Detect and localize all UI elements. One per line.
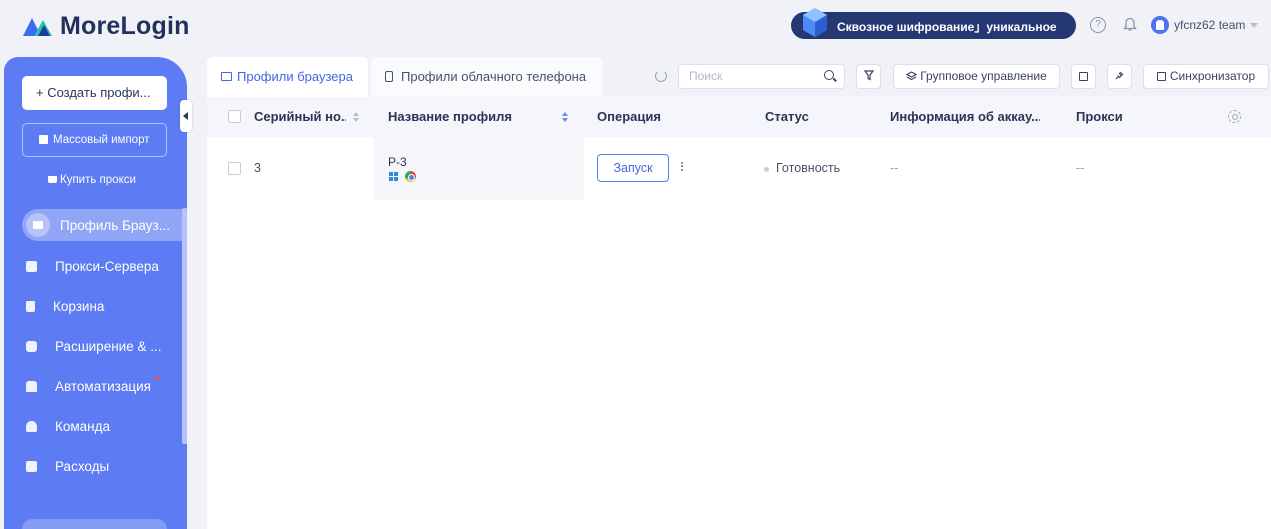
filter-button[interactable] [856,64,881,89]
sidebar-item-label: Корзина [53,298,105,314]
bell-icon[interactable] [1123,17,1137,32]
morelogin-logo-icon [23,18,52,36]
sidebar-item-label: Профиль Брауз... [60,217,170,233]
group-management-label: Групповое управление [920,69,1047,83]
refresh-icon[interactable] [655,70,667,82]
buy-proxy-label: Купить прокси [60,174,136,186]
chrome-icon [405,171,416,182]
chevron-down-icon[interactable] [1250,23,1258,28]
column-profile-name[interactable]: Название профиля [388,97,548,137]
create-profile-button[interactable]: + Создать профи... [22,76,167,110]
sidebar-item-browser-profiles[interactable]: Профиль Брауз... [22,209,182,241]
browser-tab-icon [221,72,232,81]
select-all-checkbox[interactable] [228,110,241,123]
promo-banner[interactable]: Сквозное шифрование」уникальное [791,8,1076,39]
sidebar-item-trash[interactable]: Корзина [18,290,183,322]
sidebar-item-label: Расширение & ... [55,338,162,354]
cube-icon [803,8,827,37]
buy-proxy-link[interactable]: Купить прокси [48,174,136,186]
tab-label: Профили браузера [237,69,353,84]
team-icon [26,420,37,432]
cart-icon [48,176,57,183]
sidebar-item-label: Расходы [55,458,110,474]
account-info: -- [890,161,899,175]
phone-icon [385,71,393,82]
column-operation: Операция [597,109,661,124]
tab-cloud-phone-profiles[interactable]: Профили облачного телефона [371,57,602,97]
sidebar-item-label: Прокси-Сервера [55,258,159,274]
status-dot [764,167,769,172]
browser-profile-icon [26,213,50,237]
search-icon[interactable] [824,70,834,80]
import-icon [39,135,48,144]
copy-button[interactable] [1071,64,1096,89]
profile-name[interactable]: P-3 [388,155,407,169]
puzzle-icon [26,340,37,352]
column-proxy: Прокси [1076,109,1123,124]
more-options-icon[interactable] [679,160,685,174]
api-button[interactable] [1107,64,1132,89]
sidebar-item-label: Команда [55,418,111,434]
sidebar-bottom-card[interactable] [22,519,167,529]
plug-icon [1115,71,1124,80]
app-header [0,0,1271,52]
synchronizer-label: Синхронизатор [1169,69,1256,83]
sort-icon[interactable] [353,112,359,122]
notification-dot [155,376,159,380]
launch-button[interactable]: Запуск [597,154,669,182]
tab-browser-profiles[interactable]: Профили браузера [207,57,368,97]
sidebar-item-automation[interactable]: Автоматизация [18,370,183,402]
sidebar-item-label: Автоматизация [55,378,151,394]
column-serial[interactable]: Серийный но... [254,97,346,137]
logo[interactable]: MoreLogin [22,10,190,42]
status-text: Готовность [776,161,841,175]
proxy-value: -- [1076,161,1085,175]
column-status: Статус [765,109,809,124]
group-management-button[interactable]: Групповое управление [893,64,1060,89]
sidebar-item-team[interactable]: Команда [18,410,183,442]
sidebar-item-extensions[interactable]: Расширение & ... [18,330,183,362]
layers-icon [906,71,918,81]
avatar[interactable] [1151,16,1169,34]
gear-icon[interactable] [1228,110,1241,123]
proxy-server-icon [26,260,37,272]
windows-icon [389,172,399,181]
search-input[interactable] [689,65,819,87]
sidebar-collapse-icon[interactable] [180,100,192,132]
copy-icon [1079,72,1088,81]
filter-icon [863,70,874,81]
synchronizer-button[interactable]: Синхронизатор [1143,64,1269,89]
column-account-info: Информация об аккау... [890,109,1040,124]
help-icon[interactable]: ? [1090,17,1106,33]
sidebar-scrollbar[interactable] [182,208,187,444]
row-checkbox[interactable] [228,162,241,175]
robot-icon [26,380,37,392]
bulk-import-label: Массовый импорт [53,134,150,146]
sidebar-item-expenses[interactable]: Расходы [18,450,183,482]
promo-text: Сквозное шифрование」уникальное [837,20,1057,34]
sync-icon [1156,72,1166,81]
trash-icon [26,300,35,312]
wallet-icon [26,460,37,472]
logo-text: MoreLogin [60,11,190,40]
serial-number: 3 [254,161,261,175]
sidebar-item-proxy-servers[interactable]: Прокси-Сервера [18,250,183,282]
tab-label: Профили облачного телефона [401,69,587,84]
search-box[interactable] [678,64,845,89]
sort-icon[interactable] [562,112,568,122]
user-name[interactable]: yfcnz62 team [1174,18,1245,32]
bulk-import-button[interactable]: Массовый импорт [22,123,167,157]
